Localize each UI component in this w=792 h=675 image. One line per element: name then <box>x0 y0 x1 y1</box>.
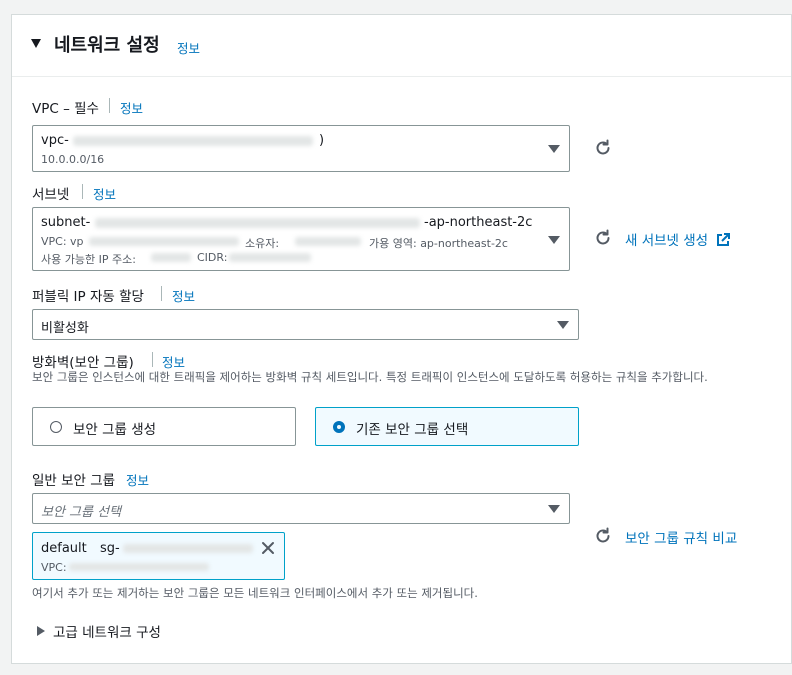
subnet-select[interactable]: subnet- -ap-northeast-2c VPC: vp 소유자: 가용… <box>32 207 570 271</box>
token-sg-id: sg- <box>100 541 120 556</box>
subnet-id-text: subnet- <box>41 215 91 230</box>
dropdown-caret-icon <box>557 321 569 329</box>
radio-button[interactable] <box>50 421 62 433</box>
redacted-text <box>95 218 420 228</box>
dropdown-caret-icon <box>548 145 560 153</box>
vpc-label: VPC – 필수 <box>32 101 99 117</box>
token-sg-name: default <box>41 541 87 556</box>
token-sg-vpc: VPC: <box>41 561 67 574</box>
refresh-icon[interactable] <box>594 527 612 545</box>
redacted-text <box>89 237 239 246</box>
vpc-select[interactable]: vpc- ) 10.0.0.0/16 <box>32 125 570 172</box>
subnet-info-link[interactable]: 정보 <box>93 184 116 203</box>
compare-sg-rules-link[interactable]: 보안 그룹 규칙 비교 <box>625 527 737 547</box>
redacted-text <box>73 136 313 146</box>
radio-button-selected[interactable] <box>333 421 345 433</box>
subnet-az-label: 가용 영역: <box>369 237 417 250</box>
security-group-token: default sg- VPC: <box>32 532 285 580</box>
firewall-description: 보안 그룹은 인스턴스에 대한 트래픽을 제어하는 방화벽 규칙 세트입니다. … <box>32 370 708 384</box>
common-sg-info-link[interactable]: 정보 <box>126 470 149 489</box>
common-sg-help-text: 여기서 추가 또는 제거하는 보안 그룹은 모든 네트워크 인터페이스에서 추가… <box>32 586 478 600</box>
refresh-icon[interactable] <box>594 229 612 247</box>
network-settings-panel: 네트워크 설정 정보 VPC – 필수 정보 vpc- ) 10.0.0.0/1… <box>11 14 792 664</box>
public-ip-info-link[interactable]: 정보 <box>172 286 195 305</box>
dropdown-caret-icon <box>548 505 560 513</box>
security-group-select[interactable]: 보안 그룹 선택 <box>32 493 570 524</box>
advanced-network-toggle[interactable]: 고급 네트워크 구성 <box>37 621 237 641</box>
redacted-text <box>151 253 191 262</box>
vpc-cidr-text: 10.0.0.0/16 <box>41 153 105 166</box>
create-subnet-link[interactable]: 새 서브넷 생성 <box>625 229 731 249</box>
common-sg-label: 일반 보안 그룹 <box>32 473 116 489</box>
section-title: 네트워크 설정 <box>54 35 160 56</box>
caret-right-icon <box>37 626 45 636</box>
label-divider <box>152 352 153 367</box>
label-divider <box>82 184 83 199</box>
public-ip-select[interactable]: 비활성화 <box>32 309 579 340</box>
redacted-text <box>123 544 253 553</box>
vpc-id-text: vpc- <box>41 133 69 148</box>
close-icon[interactable] <box>261 541 275 555</box>
refresh-icon[interactable] <box>594 139 612 157</box>
subnet-ip-text: 사용 가능한 IP 주소: <box>41 253 136 266</box>
subnet-vpc-text: VPC: vp <box>41 235 84 248</box>
subnet-label: 서브넷 <box>32 187 70 203</box>
dropdown-caret-icon <box>548 236 560 244</box>
radio-existing-label: 기존 보안 그룹 선택 <box>356 422 469 438</box>
radio-create-security-group[interactable]: 보안 그룹 생성 <box>32 407 296 446</box>
firewall-label: 방화벽(보안 그룹) <box>32 355 134 371</box>
subnet-owner-text: 소유자: <box>245 237 280 250</box>
radio-create-label: 보안 그룹 생성 <box>73 422 157 438</box>
public-ip-value: 비활성화 <box>41 321 89 336</box>
section-header[interactable]: 네트워크 설정 정보 <box>12 15 791 77</box>
subnet-az-value: ap-northeast-2c <box>420 237 508 250</box>
create-subnet-label: 새 서브넷 생성 <box>625 233 709 249</box>
external-link-icon <box>717 233 731 246</box>
vpc-name-suffix: ) <box>319 133 325 148</box>
caret-down-icon[interactable] <box>31 39 41 48</box>
security-group-placeholder: 보안 그룹 선택 <box>41 505 122 520</box>
section-info-link[interactable]: 정보 <box>177 38 200 57</box>
redacted-text <box>229 253 311 262</box>
public-ip-label: 퍼블릭 IP 자동 할당 <box>32 289 144 305</box>
radio-select-existing-security-group[interactable]: 기존 보안 그룹 선택 <box>315 407 579 446</box>
subnet-cidr-text: CIDR: <box>197 251 228 264</box>
advanced-network-label: 고급 네트워크 구성 <box>53 625 161 641</box>
vpc-info-link[interactable]: 정보 <box>120 98 143 117</box>
redacted-text <box>69 563 209 571</box>
label-divider <box>161 286 162 301</box>
firewall-info-link[interactable]: 정보 <box>162 352 185 371</box>
label-divider <box>109 98 110 113</box>
redacted-text <box>295 237 361 246</box>
subnet-az-suffix: -ap-northeast-2c <box>424 215 533 230</box>
